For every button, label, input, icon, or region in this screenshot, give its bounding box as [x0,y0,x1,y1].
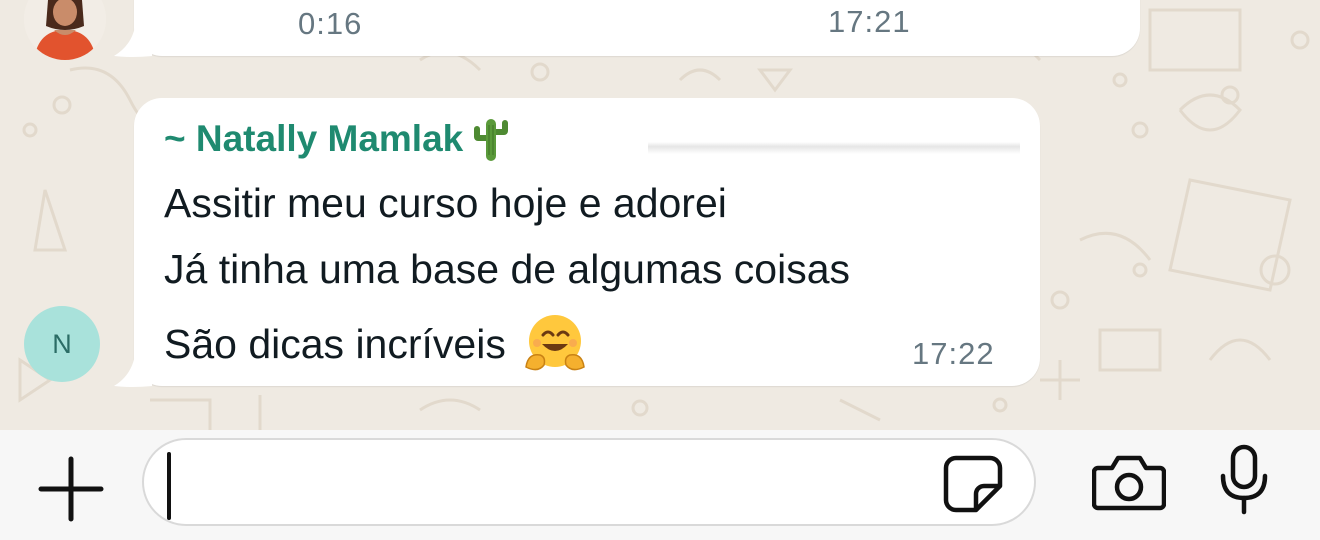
message-text-line: Assitir meu curso hoje e adorei [164,180,727,226]
plus-icon[interactable] [36,454,106,524]
camera-icon[interactable] [1092,452,1166,512]
text-cursor [167,452,171,520]
message-text: São dicas incríveis [164,320,506,367]
message-timestamp: 17:22 [912,336,995,371]
bubble-tail [114,20,152,57]
hugging-face-emoji-icon [525,315,585,371]
bubble-tail [114,348,152,387]
message-text-line: São dicas incríveis [164,311,588,377]
microphone-icon[interactable] [1218,444,1270,516]
message-timestamp: 17:21 [828,4,911,39]
cactus-emoji-icon [474,119,509,161]
sticker-icon[interactable] [942,452,1004,514]
sender-name[interactable]: ~ Natally Mamlak [164,118,463,160]
audio-duration: 0:16 [298,6,363,41]
sender-avatar[interactable]: N [24,306,100,382]
sender-row[interactable]: ~ Natally Mamlak [164,114,513,164]
redacted-phone-number [648,124,1020,154]
audio-message-bubble[interactable] [134,0,1140,56]
message-input[interactable] [142,438,1036,526]
message-text-line: Já tinha uma base de algumas coisas [164,246,851,292]
avatar-initial: N [52,328,72,359]
